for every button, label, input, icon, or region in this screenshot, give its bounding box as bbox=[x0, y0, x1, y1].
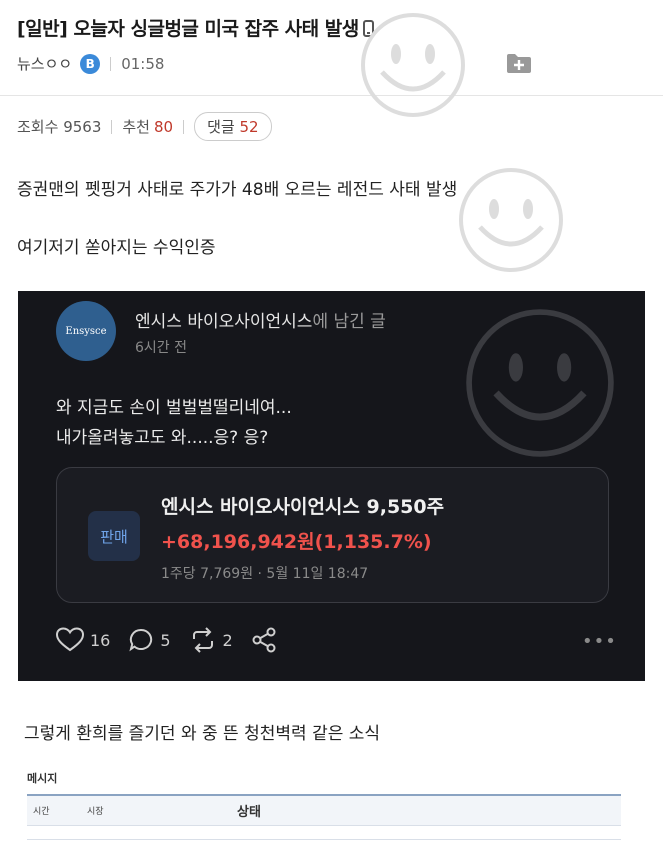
share-icon bbox=[252, 627, 276, 653]
post-paragraph-3: 그렇게 환희를 즐기던 와 중 뜬 청천벽력 같은 소식 bbox=[24, 724, 381, 744]
likes-count: 80 bbox=[153, 117, 174, 136]
column-header-market: 시장 bbox=[87, 807, 104, 817]
trade-detail-line: 1주당 7,769원 · 5월 11일 18:47 bbox=[161, 566, 369, 582]
post-title: [일반] 오늘자 싱글벙글 미국 잡주 사태 발생 bbox=[17, 14, 374, 41]
header-divider bbox=[0, 95, 663, 96]
comment-bubble-icon bbox=[129, 628, 153, 652]
smiley-watermark bbox=[459, 168, 563, 272]
more-options-icon: ••• bbox=[582, 631, 617, 652]
divider bbox=[111, 119, 113, 134]
smiley-watermark bbox=[361, 13, 465, 117]
message-table-heading: 메시지 bbox=[27, 770, 621, 796]
author-level-badge: B bbox=[80, 53, 101, 74]
comments-label: 댓글 bbox=[207, 118, 235, 136]
comments-button[interactable]: 댓글 52 bbox=[194, 112, 272, 141]
card-actions: 16 5 2 bbox=[56, 627, 301, 653]
post-paragraph-2: 여기저기 쏟아지는 수익인증 bbox=[17, 238, 216, 258]
repost-count: 2 bbox=[222, 630, 233, 650]
heart-icon bbox=[56, 627, 84, 652]
trade-receipt: 판매 엔시스 바이오사이언시스 9,550주 +68,196,942원(1,13… bbox=[56, 467, 609, 603]
author-name[interactable]: 뉴스ㅇㅇ bbox=[17, 53, 72, 74]
repost-action: 2 bbox=[189, 627, 233, 653]
post-stats: 조회수 9563 추천 80 댓글 52 bbox=[17, 112, 272, 141]
post-meta: 뉴스ㅇㅇ B 01:58 bbox=[17, 53, 164, 74]
card-post-line-2: 내가올려놓고도 와.....응? 응? bbox=[56, 428, 269, 448]
card-author: 엔시스 바이오사이언시스에 남긴 글 bbox=[135, 307, 386, 332]
avatar: Ensysce bbox=[56, 301, 116, 361]
card-author-suffix: 에 남긴 글 bbox=[312, 312, 386, 332]
comment-count: 5 bbox=[160, 630, 171, 650]
divider bbox=[110, 56, 112, 71]
views-label: 조회수 bbox=[17, 118, 59, 136]
stock-line: 엔시스 바이오사이언시스 9,550주 bbox=[161, 496, 445, 518]
post-title-text: [일반] 오늘자 싱글벙글 미국 잡주 사태 발생 bbox=[17, 18, 359, 40]
folder-add-icon[interactable] bbox=[506, 52, 532, 74]
column-header-time: 시간 bbox=[33, 807, 50, 817]
comment-action: 5 bbox=[128, 627, 171, 653]
likes-label: 추천 bbox=[122, 118, 150, 136]
post-time: 01:58 bbox=[121, 54, 165, 73]
message-table: 메시지 시간 시장 상태 bbox=[27, 770, 621, 840]
share-action bbox=[251, 627, 283, 653]
post-paragraph-1: 증권맨의 펫핑거 사태로 주가가 48배 오르는 레전드 사태 발생 bbox=[17, 180, 458, 200]
repost-icon bbox=[192, 627, 213, 653]
message-table-header-row: 시간 시장 상태 bbox=[27, 796, 621, 826]
mobile-icon bbox=[362, 20, 374, 37]
profit-line: +68,196,942원(1,135.7%) bbox=[161, 531, 432, 553]
card-post-body: 와 지금도 손이 벌벌벌떨리네여... 내가올려놓고도 와.....응? 응? bbox=[56, 393, 292, 453]
card-post-line-1: 와 지금도 손이 벌벌벌떨리네여... bbox=[56, 398, 292, 418]
embedded-screenshot: Ensysce 엔시스 바이오사이언시스에 남긴 글 6시간 전 와 지금도 손… bbox=[18, 291, 645, 681]
like-action: 16 bbox=[56, 627, 110, 653]
comments-count: 52 bbox=[239, 118, 259, 136]
views-count: 9563 bbox=[63, 117, 102, 136]
table-row bbox=[27, 826, 621, 840]
column-header-status: 상태 bbox=[237, 805, 261, 820]
card-time-ago: 6시간 전 bbox=[135, 340, 187, 356]
card-author-name: 엔시스 바이오사이언시스 bbox=[135, 312, 313, 332]
sell-badge: 판매 bbox=[88, 511, 140, 561]
like-count: 16 bbox=[90, 630, 111, 650]
divider bbox=[183, 119, 185, 134]
